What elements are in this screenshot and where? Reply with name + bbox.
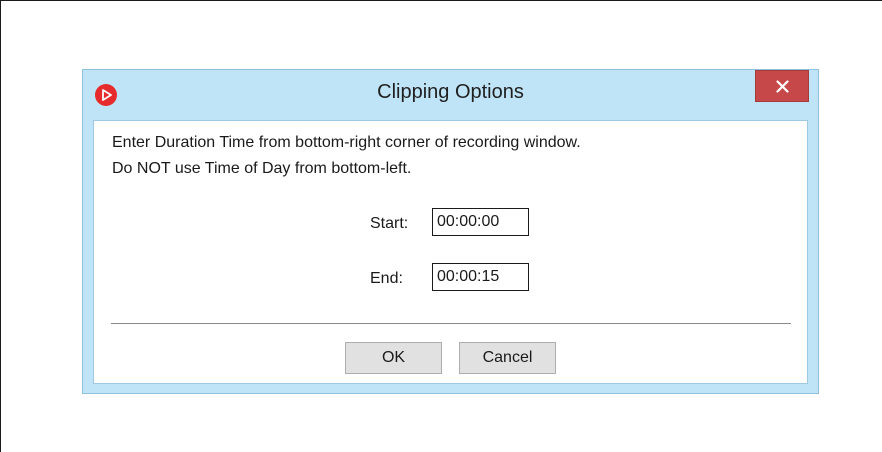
close-icon [776,80,789,93]
close-button[interactable] [755,70,809,102]
instruction-text-line2: Do NOT use Time of Day from bottom-left. [112,160,412,177]
end-label: End: [370,270,403,287]
ok-button[interactable]: OK [345,342,442,374]
separator-line [111,323,791,324]
start-time-input[interactable] [432,208,529,236]
dialog-title: Clipping Options [377,81,524,103]
start-label: Start: [370,215,409,232]
dialog-content: Enter Duration Time from bottom-right co… [93,120,808,384]
title-bar[interactable]: Clipping Options [83,70,818,120]
cancel-button[interactable]: Cancel [459,342,556,374]
clipping-options-dialog: Clipping Options Enter Duration Time fro… [82,69,819,394]
instruction-text-line1: Enter Duration Time from bottom-right co… [112,134,581,151]
end-time-input[interactable] [432,263,529,291]
